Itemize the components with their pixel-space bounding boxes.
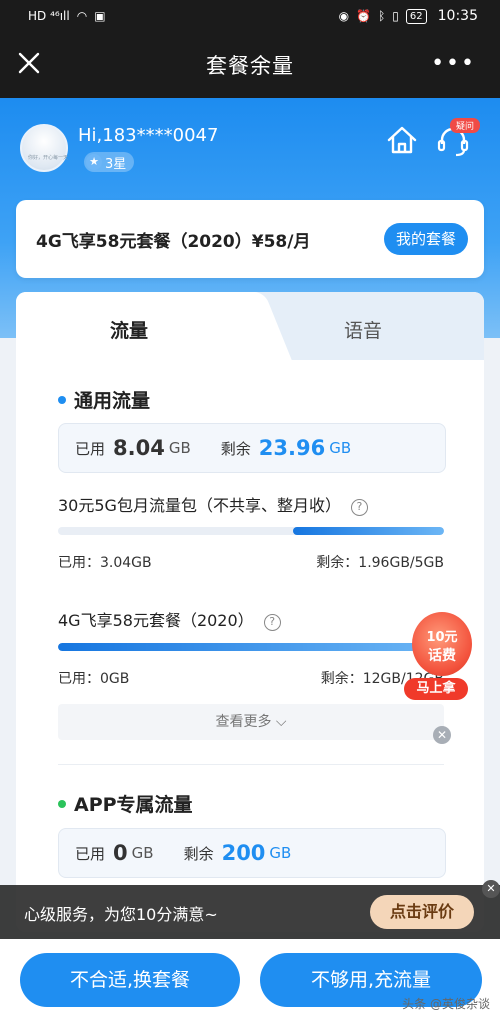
close-icon[interactable] bbox=[16, 50, 42, 76]
help-icon[interactable]: ? bbox=[350, 499, 368, 516]
package-1-title: 30元5G包月流量包（不共享、整月收）? bbox=[58, 492, 368, 516]
package-1-meta: 已用：3.04GB 剩余：1.96GB/5GB bbox=[58, 552, 444, 572]
promo-widget[interactable]: 10元 话费 马上拿 bbox=[404, 612, 474, 702]
page-title: 套餐余量 bbox=[206, 54, 294, 78]
used-unit: GB bbox=[168, 439, 191, 457]
tab-voice[interactable]: 语音 bbox=[344, 316, 382, 343]
promo-line1: 10元 bbox=[426, 630, 458, 645]
avatar-caption: 你好，开心每一天 bbox=[28, 155, 69, 161]
package-2-title-text: 4G飞享58元套餐（2020） bbox=[58, 611, 254, 630]
package-1-progress-fill bbox=[292, 527, 444, 535]
view-more-button[interactable]: 查看更多 ⌵ bbox=[58, 704, 444, 740]
used-value: 8.04 bbox=[113, 436, 165, 460]
package-1-progress bbox=[58, 527, 444, 535]
plan-name: 4G飞享58元套餐（2020）¥58/月 bbox=[36, 232, 311, 252]
remain-label: 剩余 bbox=[183, 844, 214, 863]
used-label: 已用 bbox=[75, 439, 106, 458]
rate-button[interactable]: 点击评价 bbox=[370, 895, 474, 929]
tab-data-label[interactable]: 流量 bbox=[110, 316, 148, 343]
package-2-progress bbox=[58, 643, 444, 651]
package-1-used: 已用：3.04GB bbox=[58, 555, 152, 571]
app-usage-box: 已用 0 GB 剩余 200 GB bbox=[58, 828, 446, 878]
app-data-title: APP专属流量 bbox=[58, 790, 193, 817]
avatar[interactable]: 你好，开心每一天 bbox=[20, 124, 68, 172]
package-1-remaining: 剩余：1.96GB/5GB bbox=[316, 555, 444, 571]
promo-get-button[interactable]: 马上拿 bbox=[404, 678, 468, 700]
star-level-text: 3星 bbox=[105, 156, 127, 172]
user-greeting: Hi,183****0047 bbox=[78, 125, 219, 146]
blue-dot-icon bbox=[58, 395, 66, 404]
remain-unit: GB bbox=[329, 439, 352, 457]
tab-bar: 流量 语音 bbox=[16, 292, 484, 360]
package-1-title-text: 30元5G包月流量包（不共享、整月收） bbox=[58, 496, 341, 515]
package-2-meta: 已用：0GB 剩余：12GB/12GB bbox=[58, 668, 444, 688]
package-2-title: 4G飞享58元套餐（2020）? bbox=[58, 607, 281, 631]
cs-badge: 疑问 bbox=[450, 118, 481, 133]
battery-icon: 62 bbox=[405, 8, 427, 24]
wifi-icon: ◠ bbox=[76, 9, 88, 23]
notification-icon: ▣ bbox=[94, 9, 106, 23]
remain-unit: GB bbox=[269, 844, 292, 862]
remain-label: 剩余 bbox=[220, 439, 251, 458]
remain-value: 200 bbox=[221, 841, 266, 865]
status-bar: HD ⁴⁶ıll ◠ ▣ ◉ ⏰ ᛒ ▯ 62 10:35 bbox=[0, 0, 500, 32]
signal-icon: HD ⁴⁶ıll bbox=[28, 9, 70, 23]
help-icon[interactable]: ? bbox=[263, 614, 281, 631]
used-label: 已用 bbox=[75, 844, 106, 863]
star-icon: ★ bbox=[86, 154, 102, 170]
promo-close-icon[interactable]: ✕ bbox=[433, 726, 451, 744]
footer: 不合适,换套餐 不够用,充流量 头条 @英俊杂谈 bbox=[0, 939, 500, 1020]
alarm-icon: ⏰ bbox=[356, 9, 372, 23]
remain-value: 23.96 bbox=[258, 436, 326, 460]
bluetooth-icon: ᛒ bbox=[378, 9, 386, 23]
clock: 10:35 bbox=[437, 8, 478, 24]
package-2-used: 已用：0GB bbox=[58, 671, 130, 687]
general-usage-box: 已用 8.04 GB 剩余 23.96 GB bbox=[58, 423, 446, 473]
promo-coin-icon: 10元 话费 bbox=[412, 612, 472, 676]
vibrate-icon: ▯ bbox=[392, 9, 399, 23]
rating-text: 心级服务，为您10分满意~ bbox=[24, 905, 218, 924]
view-more-label: 查看更多 bbox=[215, 714, 272, 730]
used-unit: GB bbox=[131, 844, 154, 862]
watermark: 头条 @英俊杂谈 bbox=[402, 997, 490, 1011]
more-icon[interactable]: ••• bbox=[431, 53, 476, 75]
general-data-title: 通用流量 bbox=[58, 386, 150, 413]
promo-line2: 话费 bbox=[428, 648, 456, 664]
eye-icon: ◉ bbox=[338, 9, 350, 23]
general-data-title-text: 通用流量 bbox=[74, 390, 151, 412]
rating-close-icon[interactable]: ✕ bbox=[482, 880, 500, 898]
rating-banner: 心级服务，为您10分满意~ 点击评价 bbox=[0, 885, 500, 939]
used-value: 0 bbox=[113, 841, 128, 865]
home-icon[interactable] bbox=[386, 125, 418, 155]
plan-card: 4G飞享58元套餐（2020）¥58/月 我的套餐 bbox=[16, 200, 484, 278]
green-dot-icon bbox=[58, 799, 66, 808]
app-data-title-text: APP专属流量 bbox=[74, 794, 193, 816]
change-plan-button[interactable]: 不合适,换套餐 bbox=[20, 953, 240, 1007]
my-plan-button[interactable]: 我的套餐 bbox=[383, 223, 468, 255]
package-2-progress-fill bbox=[58, 643, 444, 651]
nav-bar: 套餐余量 ••• bbox=[0, 32, 500, 98]
chevron-down-icon: ⌵ bbox=[275, 714, 287, 730]
star-level-badge: ★ 3星 bbox=[84, 152, 135, 172]
divider bbox=[58, 764, 444, 765]
